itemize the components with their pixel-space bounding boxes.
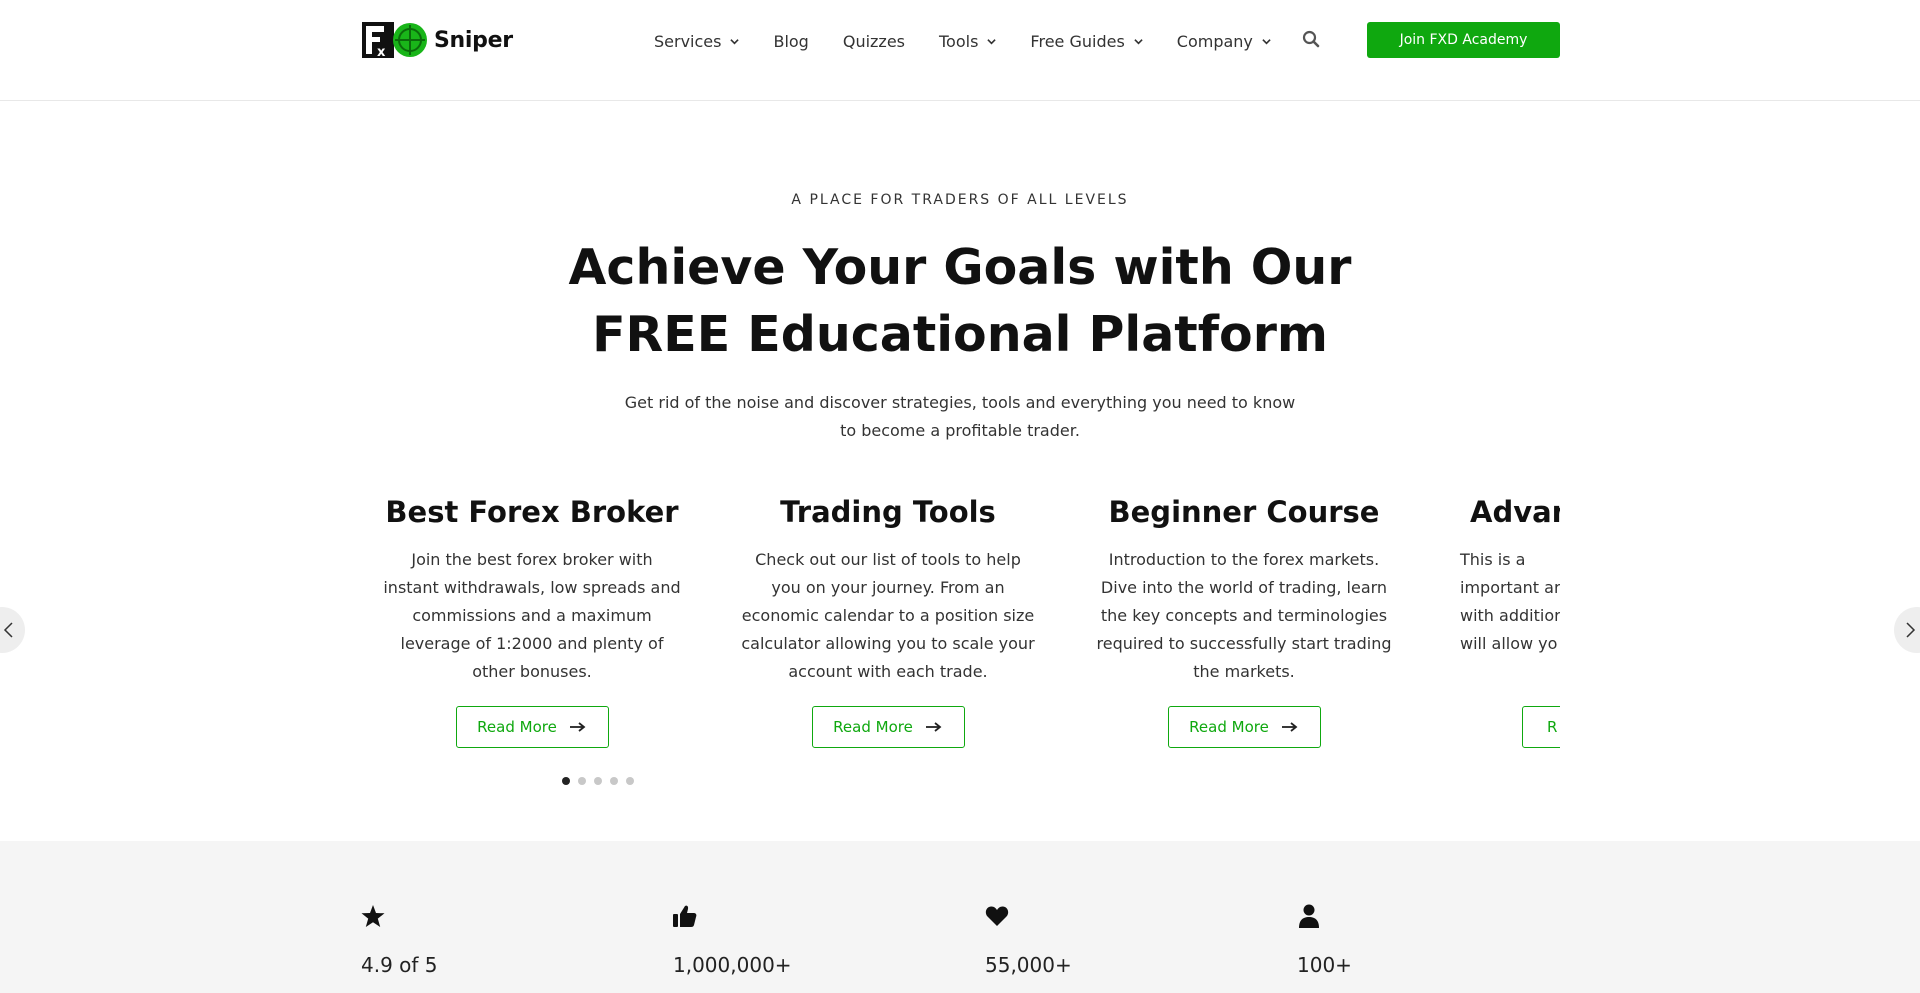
read-more-label: Read More (1189, 718, 1269, 736)
read-more-button[interactable]: R (1522, 706, 1560, 748)
nav-label: Free Guides (1030, 31, 1125, 51)
nav-item-blog[interactable]: Blog (773, 32, 808, 51)
nav-label: Quizzes (842, 31, 905, 51)
star-icon (361, 905, 385, 927)
chevron-down-icon (987, 38, 997, 44)
nav-item-company[interactable]: Company (1177, 32, 1271, 51)
card-text: Introduction to the forex markets. Dive … (1096, 550, 1392, 681)
nav-label: Services (654, 31, 722, 51)
chevron-down-icon (1134, 38, 1143, 44)
nav-label: Company (1176, 31, 1253, 51)
nav-label: Tools (939, 31, 979, 51)
carousel-dot[interactable] (578, 777, 586, 785)
carousel-dot[interactable] (594, 777, 602, 785)
svg-text:x: x (377, 45, 386, 58)
carousel-dot[interactable] (562, 777, 570, 785)
chevron-down-icon (1262, 38, 1271, 44)
carousel-pagination (562, 777, 642, 785)
arrow-right-icon (1281, 722, 1298, 732)
join-academy-button[interactable]: Join FXD Academy (1367, 22, 1560, 58)
read-more-label: Read More (833, 718, 913, 736)
thumbs-up-icon (673, 905, 697, 927)
carousel-card: Trading Tools Check out our list of tool… (718, 490, 1058, 748)
site-logo[interactable]: x Sniper (362, 22, 513, 58)
read-more-label: Read More (477, 718, 557, 736)
carousel-dot[interactable] (610, 777, 618, 785)
chevron-left-icon (3, 622, 13, 638)
nav-item-tools[interactable]: Tools (939, 31, 997, 51)
card-title: Trading Tools (780, 495, 996, 529)
arrow-right-icon (569, 722, 586, 732)
carousel-card: Beginner Course Introduction to the fore… (1074, 490, 1414, 748)
read-more-button[interactable]: Read More (455, 706, 609, 748)
nav-item-services[interactable]: Services (654, 31, 740, 51)
carousel-next-button[interactable] (1894, 607, 1920, 653)
nav-item-quizzes[interactable]: Quizzes (843, 32, 905, 51)
logo-text: Sniper (434, 27, 513, 53)
read-more-label: R (1547, 718, 1558, 736)
arrow-right-icon (925, 722, 942, 732)
carousel-prev-button[interactable] (0, 607, 25, 653)
card-title: Best Forex Broker (385, 495, 679, 529)
stats-section: 4.9 of 5 1,000,000+ 55,000+ 100+ (0, 841, 1920, 993)
site-header: x Sniper Services Blog Quizzes Tools Fre… (0, 0, 1920, 101)
card-text: Join the best forex broker with instant … (383, 550, 681, 681)
card-text: This is a important art with additior wi… (1460, 550, 1560, 653)
search-icon (1302, 30, 1320, 48)
stat-value: 4.9 of 5 (361, 953, 438, 977)
chevron-down-icon (730, 38, 740, 44)
read-more-button[interactable]: Read More (811, 706, 965, 748)
stat-value: 1,000,000+ (673, 953, 792, 977)
hero-eyebrow: A PLACE FOR TRADERS OF ALL LEVELS (791, 192, 1129, 208)
search-button[interactable] (1302, 30, 1322, 50)
nav-label: Blog (773, 31, 809, 51)
main-nav: Services Blog Quizzes Tools Free Guides … (654, 26, 1305, 56)
stat-value: 100+ (1297, 953, 1352, 977)
heart-icon (985, 906, 1009, 926)
read-more-button[interactable]: Read More (1167, 706, 1321, 748)
carousel-dot[interactable] (626, 777, 634, 785)
chevron-right-icon (1906, 622, 1916, 638)
carousel-card: Best Forex Broker Join the best forex br… (362, 490, 702, 748)
carousel-card: Advan This is a important art with addit… (1430, 490, 1560, 748)
feature-carousel: Best Forex Broker Join the best forex br… (362, 490, 1560, 790)
card-text: Check out our list of tools to help you … (741, 550, 1035, 681)
hero-title: Achieve Your Goals with Our FREE Educati… (568, 239, 1352, 363)
card-title: Advan (1470, 495, 1560, 529)
logo-mark-icon: x (362, 22, 427, 58)
hero-subtitle: Get rid of the noise and discover strate… (624, 393, 1296, 440)
card-title: Beginner Course (1108, 495, 1380, 529)
nav-item-free-guides[interactable]: Free Guides (1030, 31, 1143, 51)
stat-value: 55,000+ (985, 953, 1072, 977)
user-icon (1299, 904, 1319, 928)
